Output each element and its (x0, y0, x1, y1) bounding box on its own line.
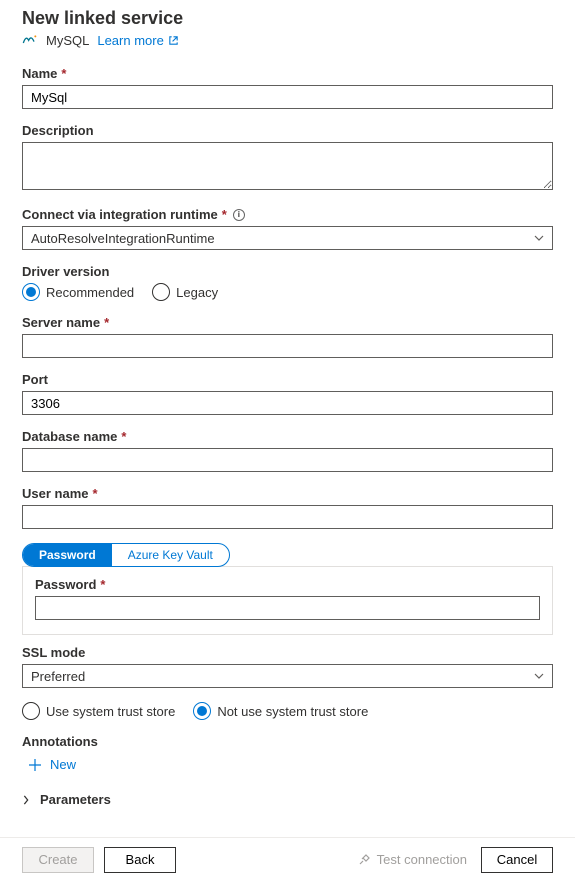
add-annotation-button[interactable]: New (22, 753, 553, 776)
user-name-input[interactable] (22, 505, 553, 529)
chevron-down-icon (534, 673, 544, 679)
driver-version-recommended-radio[interactable]: Recommended (22, 283, 134, 301)
port-input[interactable] (22, 391, 553, 415)
password-label: Password* (35, 577, 540, 592)
external-link-icon (168, 35, 179, 46)
auth-tab-password[interactable]: Password (23, 544, 112, 566)
description-label: Description (22, 123, 553, 138)
subtitle-row: MySQL Learn more (22, 33, 553, 48)
mysql-icon (22, 33, 38, 48)
password-input[interactable] (35, 596, 540, 620)
create-button[interactable]: Create (22, 847, 94, 873)
name-label: Name* (22, 66, 553, 81)
integration-runtime-select[interactable]: AutoResolveIntegrationRuntime (22, 226, 553, 250)
annotations-label: Annotations (22, 734, 553, 749)
page-title: New linked service (22, 8, 553, 29)
auth-tab-akv[interactable]: Azure Key Vault (112, 544, 229, 566)
footer-bar: Create Back Test connection Cancel (0, 837, 575, 881)
server-name-input[interactable] (22, 334, 553, 358)
chevron-down-icon (534, 235, 544, 241)
database-name-label: Database name* (22, 429, 553, 444)
driver-version-legacy-radio[interactable]: Legacy (152, 283, 218, 301)
service-type-label: MySQL (46, 33, 89, 48)
back-button[interactable]: Back (104, 847, 176, 873)
info-icon[interactable]: i (233, 209, 245, 221)
integration-runtime-label: Connect via integration runtime* i (22, 207, 553, 222)
ssl-mode-select[interactable]: Preferred (22, 664, 553, 688)
learn-more-link[interactable]: Learn more (97, 33, 178, 48)
server-name-label: Server name* (22, 315, 553, 330)
plus-icon (28, 758, 42, 772)
cancel-button[interactable]: Cancel (481, 847, 553, 873)
parameters-toggle[interactable]: Parameters (22, 792, 553, 807)
ssl-mode-label: SSL mode (22, 645, 553, 660)
plug-icon (357, 853, 371, 867)
chevron-right-icon (22, 795, 30, 805)
database-name-input[interactable] (22, 448, 553, 472)
name-input[interactable] (22, 85, 553, 109)
description-input[interactable] (22, 142, 553, 190)
driver-version-label: Driver version (22, 264, 553, 279)
test-connection-button[interactable]: Test connection (357, 852, 467, 867)
user-name-label: User name* (22, 486, 553, 501)
port-label: Port (22, 372, 553, 387)
trust-store-use-radio[interactable]: Use system trust store (22, 702, 175, 720)
trust-store-not-use-radio[interactable]: Not use system trust store (193, 702, 368, 720)
